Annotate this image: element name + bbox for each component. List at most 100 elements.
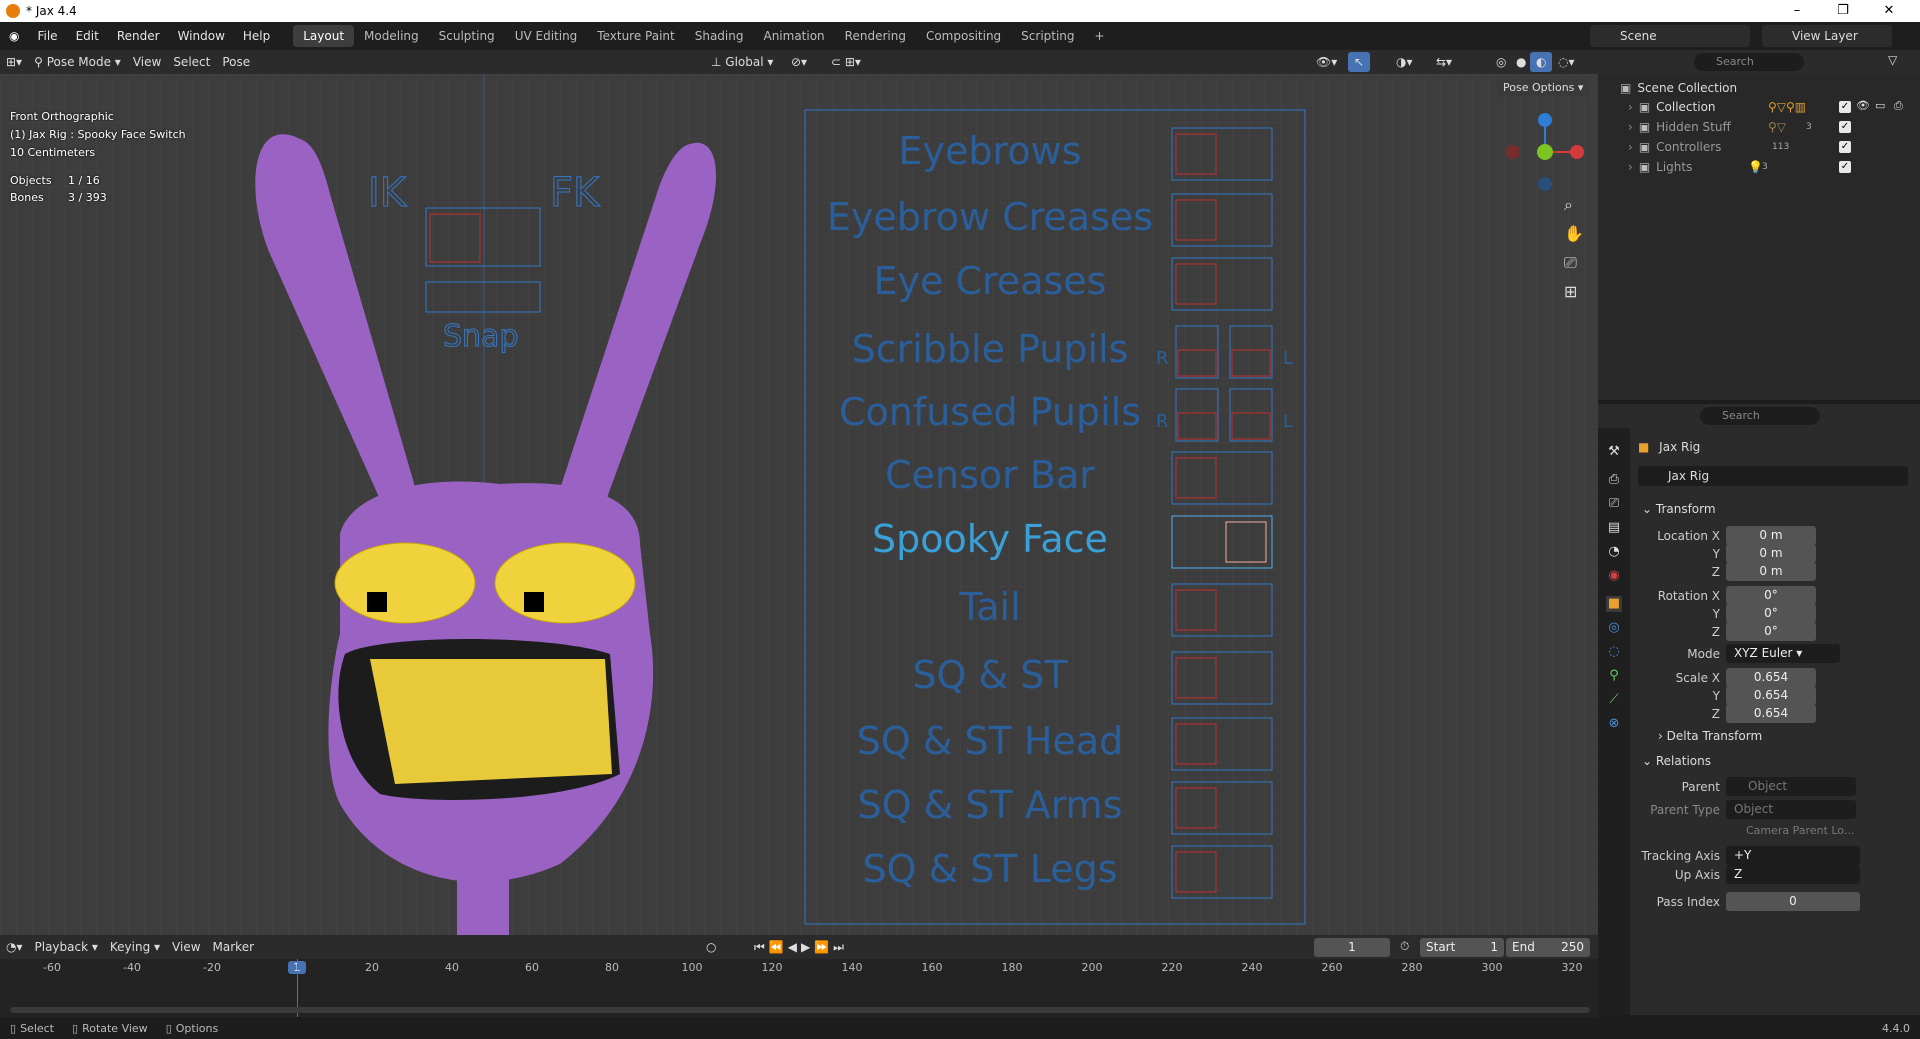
restore-icon[interactable]: ❐	[1820, 0, 1866, 22]
location-x-field[interactable]: 0 m	[1726, 526, 1816, 545]
physics-tab-icon[interactable]: ◌	[1606, 644, 1622, 660]
navigation-gizmo[interactable]	[1505, 112, 1585, 192]
shading-material-icon[interactable]: ◐	[1530, 52, 1553, 72]
tab-scripting[interactable]: Scripting	[1011, 25, 1084, 47]
menu-keying[interactable]: Keying ▾	[104, 937, 166, 957]
checkbox-hidden-stuff[interactable]: ✓	[1839, 121, 1851, 133]
expand-icon[interactable]: ›	[1628, 100, 1633, 114]
shading-rendered-icon[interactable]: ◌▾	[1552, 52, 1581, 72]
zoom-icon[interactable]: ⌕	[1564, 195, 1573, 215]
expand-icon[interactable]: ›	[1628, 120, 1633, 134]
right-eye[interactable]	[494, 542, 636, 624]
render-tab-icon[interactable]: ⎙	[1606, 472, 1622, 488]
parent-field[interactable]: Object	[1726, 777, 1856, 796]
object-name-row[interactable]: ■ Jax Rig	[1638, 440, 1908, 460]
tab-rendering[interactable]: Rendering	[835, 25, 916, 47]
rotation-mode-select[interactable]: XYZ Euler ▾	[1726, 644, 1840, 663]
pose-options-dropdown[interactable]: Pose Options ▾	[1497, 79, 1590, 97]
overlay-icon[interactable]: ◑▾	[1390, 52, 1419, 72]
camera-icon[interactable]: ⎚	[1564, 253, 1577, 273]
checkbox-controllers[interactable]: ✓	[1839, 141, 1851, 153]
menu-view[interactable]: View	[127, 52, 167, 72]
menu-render[interactable]: Render	[108, 25, 169, 47]
view-layer-selector[interactable]: View Layer	[1762, 25, 1892, 47]
transform-section[interactable]: ⌄ Transform	[1642, 502, 1716, 516]
start-frame-field[interactable]: Start 1	[1420, 938, 1504, 957]
close-icon[interactable]: ✕	[1866, 0, 1912, 22]
rotation-y-field[interactable]: 0°	[1726, 604, 1816, 623]
menu-pose[interactable]: Pose	[216, 52, 256, 72]
data-tab-icon[interactable]: ⚲	[1606, 668, 1622, 684]
add-workspace-icon[interactable]: +	[1085, 25, 1115, 47]
rotation-x-field[interactable]: 0°	[1726, 586, 1816, 605]
orientation-selector[interactable]: ⊥ Global ▾	[705, 52, 779, 72]
gizmo-icon[interactable]: ↖	[1348, 52, 1371, 72]
mode-selector[interactable]: ⚲ Pose Mode ▾	[28, 52, 127, 72]
tab-uv-editing[interactable]: UV Editing	[505, 25, 588, 47]
delta-transform-section[interactable]: › Delta Transform	[1658, 729, 1762, 743]
up-axis-select[interactable]: Z	[1726, 865, 1860, 884]
minimize-icon[interactable]: –	[1774, 0, 1820, 22]
menu-file[interactable]: File	[28, 25, 66, 47]
scene-tab-icon[interactable]: ◔	[1606, 544, 1622, 560]
playback-controls[interactable]: ⏮⏪◀▶⏩⏭	[748, 937, 854, 957]
outliner-search-input[interactable]: Search	[1694, 53, 1804, 71]
scale-z-field[interactable]: 0.654	[1726, 704, 1816, 723]
scale-x-field[interactable]: 0.654	[1726, 668, 1816, 687]
world-tab-icon[interactable]: ◉	[1606, 568, 1622, 584]
tracking-axis-select[interactable]: +Y	[1726, 846, 1860, 865]
stopwatch-icon[interactable]: ⏱	[1400, 939, 1409, 954]
menu-edit[interactable]: Edit	[67, 25, 108, 47]
pivot-icon[interactable]: ⊘▾	[785, 52, 813, 72]
outliner-item-lights[interactable]: › ▣ Lights 💡 3	[1628, 157, 1918, 177]
menu-marker[interactable]: Marker	[207, 937, 260, 957]
checkbox-lights[interactable]: ✓	[1839, 161, 1851, 173]
modifier-tab-icon[interactable]: ◎	[1606, 620, 1622, 636]
menu-help[interactable]: Help	[234, 25, 279, 47]
scale-y-field[interactable]: 0.654	[1726, 686, 1816, 705]
blender-menu-icon[interactable]: ◉	[0, 25, 28, 47]
record-icon[interactable]: ○	[700, 937, 722, 957]
camera-render-icon[interactable]: ⎙	[1894, 99, 1903, 113]
checkbox-collection[interactable]: ✓	[1839, 101, 1851, 113]
eye-icon[interactable]: 👁	[1856, 99, 1870, 112]
pan-icon[interactable]: ✋	[1564, 224, 1584, 243]
object-tab-icon[interactable]: ■	[1606, 596, 1622, 612]
outliner-item-hidden-stuff[interactable]: › ▣ Hidden Stuff ⚲▽ 3	[1628, 117, 1918, 137]
view-layer-tab-icon[interactable]: ▤	[1606, 520, 1622, 536]
ortho-grid-icon[interactable]: ⊞	[1564, 282, 1577, 301]
menu-playback[interactable]: Playback ▾	[29, 937, 104, 957]
frame-ruler[interactable]: -60-40-201204060801001201401601802002202…	[0, 959, 1598, 979]
scene-collection-row[interactable]: ▣ Scene Collection	[1620, 78, 1910, 98]
expand-icon[interactable]: ›	[1628, 140, 1633, 154]
monitor-icon[interactable]: ▭	[1875, 99, 1885, 112]
outliner-item-controllers[interactable]: › ▣ Controllers 113	[1628, 137, 1918, 157]
filter-icon[interactable]: ▽	[1888, 53, 1897, 67]
xray-icon[interactable]: ⇆▾	[1430, 52, 1458, 72]
timeline-scrollbar[interactable]	[10, 1007, 1590, 1013]
end-frame-field[interactable]: End 250	[1506, 938, 1590, 957]
editor-type-icon[interactable]: ⊞▾	[0, 52, 28, 72]
tool-tab-icon[interactable]: ⚒	[1606, 444, 1622, 460]
menu-window[interactable]: Window	[169, 25, 234, 47]
visibility-icon[interactable]: 👁▾	[1310, 52, 1343, 72]
timeline-editor-icon[interactable]: ◔▾	[0, 937, 29, 957]
location-z-field[interactable]: 0 m	[1726, 562, 1816, 581]
expand-icon[interactable]: ›	[1628, 160, 1633, 174]
menu-select[interactable]: Select	[167, 52, 216, 72]
snap-icon[interactable]: ⊂ ⊞▾	[825, 52, 867, 72]
3d-viewport[interactable]: IK FK Snap Eyebrows Eyebrow Creases Eye Cr…	[0, 74, 1598, 935]
left-eye[interactable]	[334, 542, 476, 624]
constraint-tab-icon[interactable]: ⊗	[1606, 716, 1622, 732]
menu-timeline-view[interactable]: View	[166, 937, 206, 957]
rotation-z-field[interactable]: 0°	[1726, 622, 1816, 641]
relations-section[interactable]: ⌄ Relations	[1642, 754, 1711, 768]
tab-layout[interactable]: Layout	[293, 25, 355, 47]
timeline[interactable]: -60-40-201204060801001201401601802002202…	[0, 959, 1598, 1017]
tab-modeling[interactable]: Modeling	[354, 25, 429, 47]
location-y-field[interactable]: 0 m	[1726, 544, 1816, 563]
data-block-name[interactable]: Jax Rig	[1638, 466, 1908, 486]
current-frame-field[interactable]: 1	[1314, 938, 1390, 957]
tab-sculpting[interactable]: Sculpting	[429, 25, 505, 47]
tab-animation[interactable]: Animation	[753, 25, 834, 47]
